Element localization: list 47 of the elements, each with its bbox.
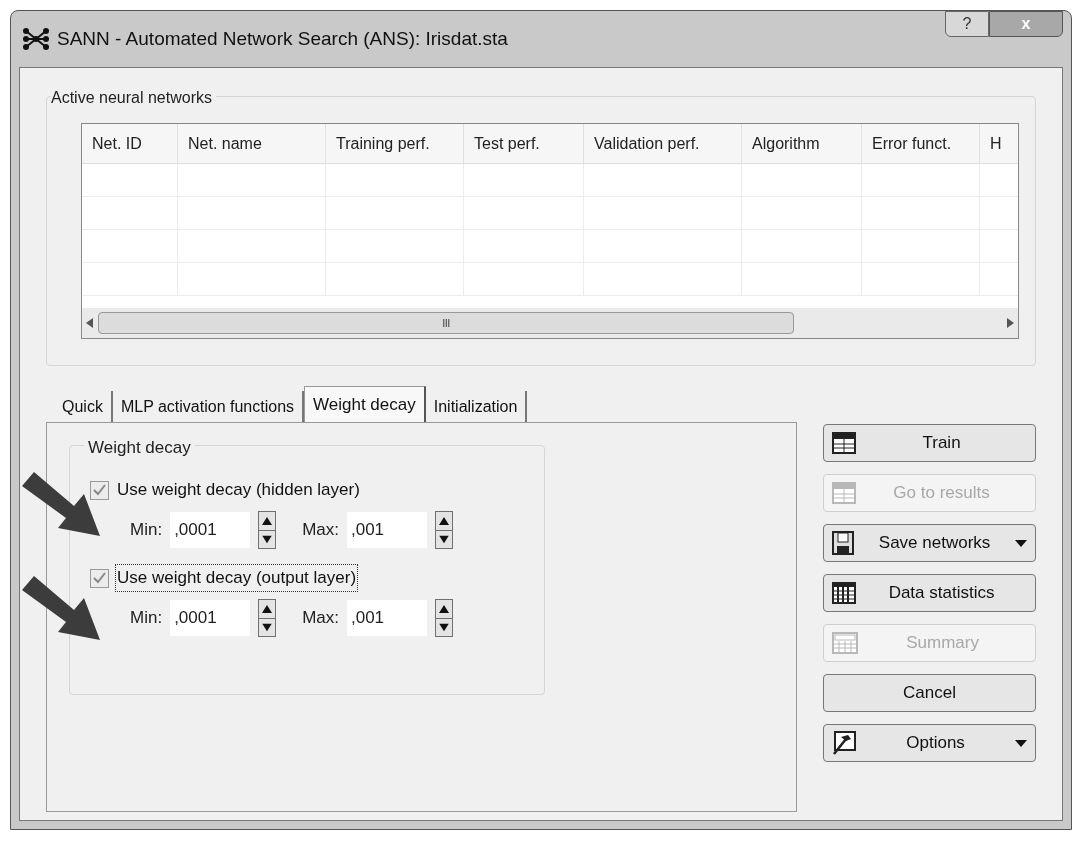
- checkbox[interactable]: [90, 568, 109, 588]
- spin-buttons[interactable]: [258, 599, 277, 637]
- column-header[interactable]: Algorithm: [742, 124, 862, 163]
- checkbox-label[interactable]: Use weight decay (hidden layer): [115, 477, 362, 503]
- max-field[interactable]: ,001: [346, 600, 427, 636]
- table-icon: [832, 432, 857, 454]
- min-field[interactable]: ,0001: [170, 512, 251, 548]
- tab[interactable]: Weight decay: [304, 386, 426, 422]
- field-label: Max:: [302, 607, 339, 630]
- check-icon: [93, 572, 106, 584]
- field-label: Max:: [302, 519, 339, 542]
- min-field[interactable]: ,0001: [170, 600, 251, 636]
- arrow-icon: [22, 576, 102, 642]
- action-button[interactable]: Train: [823, 424, 1036, 462]
- network-icon: [23, 28, 49, 50]
- grid-icon: [832, 582, 857, 604]
- spin-buttons[interactable]: [258, 511, 277, 549]
- hammer-icon: [832, 731, 857, 755]
- check-icon: [93, 484, 106, 496]
- action-button[interactable]: Data statistics: [823, 574, 1036, 612]
- horizontal-scrollbar[interactable]: III: [82, 308, 1018, 338]
- scroll-thumb[interactable]: III: [98, 312, 794, 334]
- column-header[interactable]: Test perf.: [464, 124, 584, 163]
- field-label: Min:: [130, 519, 163, 542]
- spin-buttons[interactable]: [434, 511, 453, 549]
- checkbox-label[interactable]: Use weight decay (output layer): [115, 564, 359, 592]
- column-header[interactable]: H: [980, 124, 1018, 163]
- field-label: Min:: [130, 607, 163, 630]
- scroll-right-icon[interactable]: [1006, 318, 1014, 328]
- column-header[interactable]: Error funct.: [862, 124, 980, 163]
- window-title: SANN - Automated Network Search (ANS): Irisdat.sta: [57, 26, 508, 51]
- column-header[interactable]: Training perf.: [326, 124, 464, 163]
- spreadsheet-icon: [832, 632, 859, 654]
- action-button[interactable]: Cancel: [823, 674, 1036, 712]
- spin-buttons[interactable]: [434, 599, 453, 637]
- help-button[interactable]: ?: [945, 11, 989, 37]
- checkbox[interactable]: [90, 480, 109, 500]
- max-field[interactable]: ,001: [346, 512, 427, 548]
- scroll-left-icon[interactable]: [86, 318, 94, 328]
- column-header[interactable]: Net. name: [178, 124, 326, 163]
- scroll-grip: III: [442, 315, 450, 331]
- action-button[interactable]: Options: [823, 724, 1036, 762]
- table-icon: [832, 482, 857, 504]
- action-button[interactable]: Save networks: [823, 524, 1036, 562]
- column-header[interactable]: Net. ID: [82, 124, 178, 163]
- arrow-icon: [22, 472, 102, 538]
- column-header[interactable]: Validation perf.: [584, 124, 742, 163]
